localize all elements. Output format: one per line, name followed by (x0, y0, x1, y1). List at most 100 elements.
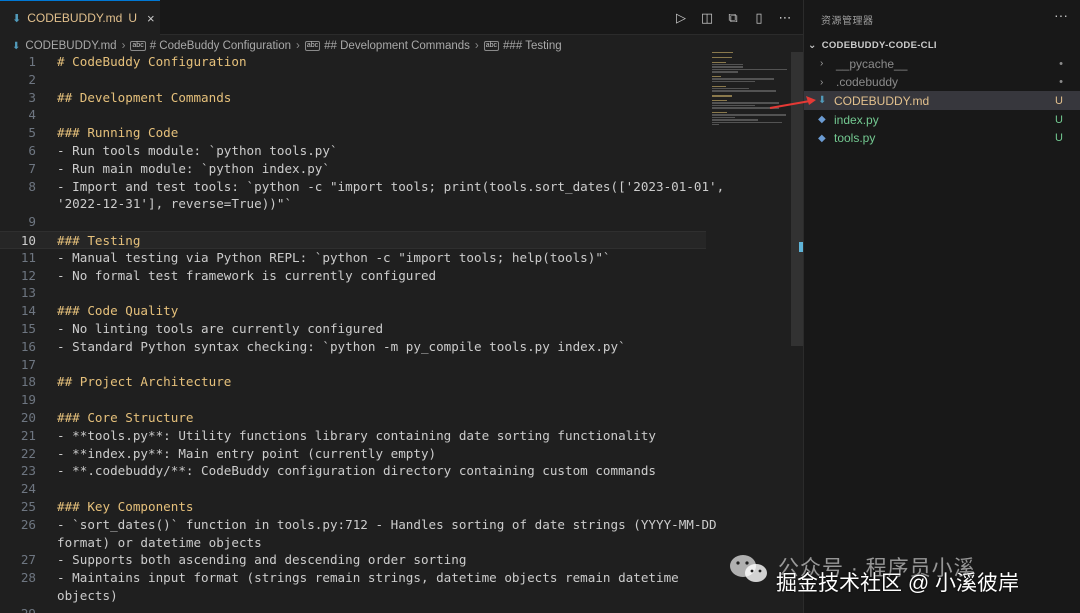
folder-item[interactable]: › .codebuddy • (804, 73, 1080, 92)
code-line[interactable]: 19 (0, 391, 706, 409)
workspace-folder[interactable]: ⌄ CODEBUDDY-CODE-CLI (804, 36, 1080, 54)
code-line[interactable]: 24 (0, 480, 706, 498)
code-line[interactable]: 10 ### Testing (0, 231, 706, 249)
code-line[interactable]: 18 ## Project Architecture (0, 373, 706, 391)
code-line[interactable]: 17 (0, 356, 706, 374)
code-line[interactable]: 3 ## Development Commands (0, 89, 706, 107)
code-line[interactable]: 14 ### Code Quality (0, 302, 706, 320)
code-line[interactable]: 8 - Import and test tools: `python -c "im… (0, 178, 724, 196)
file-name: .codebuddy (836, 75, 899, 90)
run-icon[interactable]: ▷ (673, 10, 689, 26)
code-line[interactable]: 15 - No linting tools are currently confi… (0, 320, 706, 338)
code-line[interactable]: 2 (0, 71, 706, 89)
code-line[interactable]: '2022-12-31'], reverse=True))"` (0, 195, 706, 213)
code-editor[interactable]: 1 # CodeBuddy Configuration 2 3 ## Developme… (0, 53, 724, 613)
code-line[interactable]: 13 (0, 284, 706, 302)
code-line[interactable]: 23 - **.codebuddy/**: CodeBuddy configura… (0, 462, 706, 480)
file-item[interactable]: ⬇ CODEBUDDY.md U (804, 91, 1080, 111)
minimap-line (712, 76, 722, 78)
line-number: 29 (0, 605, 36, 613)
file-item[interactable]: ◆ index.py U (804, 110, 1080, 129)
close-icon[interactable]: × (147, 11, 155, 26)
line-number: 13 (20, 285, 36, 301)
code-line[interactable]: 20 ### Core Structure (0, 409, 706, 427)
line-number: 2 (28, 71, 36, 87)
code-line[interactable]: 9 (0, 213, 706, 231)
git-status-badge: U (1055, 94, 1063, 107)
annotation-arrow (769, 96, 816, 109)
minimap-line (712, 85, 726, 87)
code-line[interactable]: format) or datetime objects (0, 534, 706, 552)
file-item[interactable]: ◆ tools.py U (804, 129, 1080, 148)
line-text: ### Code Quality (57, 303, 179, 319)
code-line[interactable]: 28 - Maintains input format (strings rema… (0, 569, 706, 587)
line-text: '2022-12-31'], reverse=True))"` (57, 196, 293, 212)
tab-bar: ⬇ CODEBUDDY.md U × ▷ ◫ ⧉ ▯ ⋯ (0, 0, 803, 35)
more-actions-icon[interactable]: ⋯ (777, 10, 793, 26)
code-line[interactable]: 11 - Manual testing via Python REPL: `pyt… (0, 249, 706, 267)
minimap-line (712, 100, 728, 102)
code-line[interactable]: 16 - Standard Python syntax checking: `py… (0, 338, 706, 356)
code-line[interactable]: 26 - `sort_dates()` function in tools.py:… (0, 516, 717, 534)
compare-changes-icon[interactable]: ⧉ (725, 10, 741, 26)
code-line[interactable]: 6 - Run tools module: `python tools.py` (0, 142, 706, 160)
line-text: ### Key Components (57, 499, 194, 514)
code-line[interactable]: 5 ### Running Code (0, 124, 706, 142)
tab-codebuddy-md[interactable]: ⬇ CODEBUDDY.md U × (0, 0, 160, 35)
minimap-line (712, 114, 786, 116)
split-editor-icon[interactable]: ▯ (751, 10, 767, 26)
minimap-line (712, 68, 787, 71)
markdown-icon: ⬇ (12, 40, 21, 52)
code-line[interactable]: 1 # CodeBuddy Configuration (0, 53, 706, 71)
code-line[interactable]: 4 (0, 106, 706, 124)
more-actions-icon[interactable]: ··· (1054, 7, 1068, 23)
file-name: index.py (834, 112, 879, 127)
line-number: 26 (20, 516, 36, 532)
workspace-folder-label: CODEBUDDY-CODE-CLI (821, 39, 937, 51)
breadcrumb-h2[interactable]: ## Development Commands (324, 40, 470, 52)
folder-item[interactable]: › __pycache__ • (804, 54, 1080, 73)
line-number: 27 (20, 552, 36, 568)
breadcrumb-file[interactable]: CODEBUDDY.md (25, 40, 116, 52)
minimap-line (712, 66, 743, 68)
code-line[interactable]: 25 ### Key Components (0, 498, 706, 516)
breadcrumb-h1[interactable]: # CodeBuddy Configuration (150, 40, 291, 52)
chevron-right-icon: › (296, 40, 300, 52)
git-status-badge: U (1055, 132, 1063, 145)
line-number: 25 (20, 499, 36, 514)
line-text: - Standard Python syntax checking: `pyth… (57, 338, 626, 354)
minimap-line (712, 119, 758, 121)
line-text: objects) (57, 588, 118, 603)
file-name: CODEBUDDY.md (834, 93, 930, 108)
line-text: # CodeBuddy Configuration (57, 54, 247, 69)
code-line[interactable]: 7 - Run main module: `python index.py` (0, 160, 706, 178)
line-text: ### Core Structure (57, 410, 194, 425)
open-preview-icon[interactable]: ◫ (699, 10, 715, 26)
line-text: - Maintains input format (strings remain… (57, 570, 679, 586)
line-text: ## Development Commands (57, 89, 232, 105)
code-line[interactable]: 29 (0, 605, 706, 613)
line-number: 16 (20, 338, 36, 354)
code-line[interactable]: 12 - No formal test framework is currentl… (0, 267, 706, 285)
chevron-right-icon: › (820, 76, 824, 88)
breadcrumb-h3[interactable]: ### Testing (503, 40, 562, 52)
file-name: __pycache__ (836, 56, 908, 71)
tab-status-badge: U (128, 11, 138, 25)
code-line[interactable]: 27 - Supports both ascending and descendi… (0, 551, 706, 569)
line-text: ### Running Code (57, 125, 179, 141)
code-line[interactable]: 21 - **tools.py**: Utility functions libr… (0, 427, 706, 445)
minimap[interactable] (712, 52, 790, 132)
editor-pane: ⬇ CODEBUDDY.md U × ▷ ◫ ⧉ ▯ ⋯ ⬇ CODEBUDDY… (0, 0, 803, 613)
line-number: 21 (20, 427, 36, 443)
line-number: 14 (20, 303, 36, 319)
line-number: 5 (28, 125, 36, 141)
line-number: 28 (20, 570, 36, 586)
code-line[interactable]: 22 - **index.py**: Main entry point (curr… (0, 445, 706, 463)
line-number: 4 (28, 107, 36, 123)
minimap-line (712, 112, 728, 114)
code-line[interactable]: objects) (0, 587, 706, 605)
minimap-line (712, 116, 735, 119)
line-text: - Manual testing via Python REPL: `pytho… (57, 249, 611, 265)
line-text: - Supports both ascending and descending… (57, 552, 467, 568)
line-text: - Run main module: `python index.py` (57, 160, 330, 176)
